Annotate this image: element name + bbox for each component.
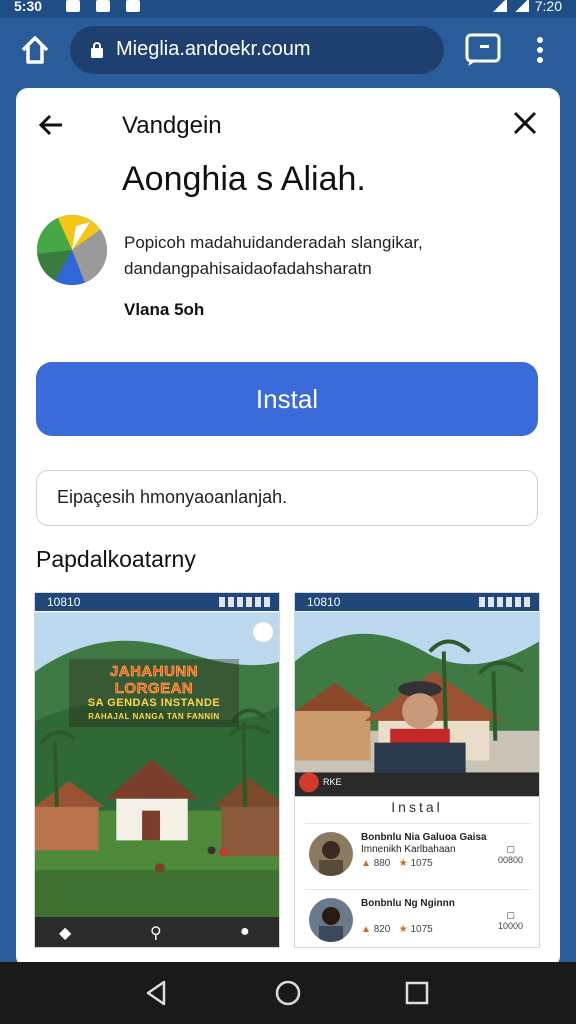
banner-line-2: SA GENDAS INSTANDE (87, 697, 221, 709)
village-image (295, 611, 539, 797)
mini-status-time: 10810 (47, 595, 81, 609)
list-item[interactable]: Bonbnlu Ng Nginnn ▲ 820 ★ 1075 ▢ 10000 (305, 889, 531, 947)
recents-square-icon[interactable] (402, 978, 432, 1008)
mini-status-bar: 10810 (35, 593, 279, 611)
install-button[interactable]: Instal (36, 362, 538, 436)
profile-icon: ● (240, 923, 250, 940)
home-circle-icon[interactable] (273, 978, 303, 1008)
browser-toolbar: Mieglia.andoekr.coum (0, 18, 576, 80)
tabs-icon[interactable] (464, 32, 502, 68)
avatar (309, 898, 353, 942)
list-item-title: Bonbnlu Nia Galuoa Gaisa (361, 832, 487, 843)
note-box: Eipaçesih hmonyaoanlanjah. (36, 470, 538, 526)
avatar (309, 832, 353, 876)
list-item-meta: ▲ 820 ★ 1075 (361, 924, 433, 935)
landscape-image (35, 612, 279, 920)
system-nav-bar (0, 962, 576, 1024)
wifi-icon (490, 0, 507, 12)
mini-status-time: 10810 (307, 595, 341, 609)
notification-icon (126, 0, 140, 12)
home-icon[interactable] (18, 34, 52, 66)
status-icons (219, 597, 271, 607)
screenshots-title: Papdalkoatarny (36, 546, 196, 572)
banner-line-1: JAHAHUNN LORGEAN (109, 663, 199, 698)
app-name: Aonghia s Aliah. (122, 160, 366, 198)
signal-icon (512, 0, 529, 12)
install-sheet: Vandgein Aonghia s Aliah. Popicoh madahu… (16, 88, 560, 968)
url-text: Mieglia.andoekr.coum (116, 38, 311, 60)
app-description: Popicoh madahuidanderadah slangikar, dan… (124, 233, 423, 278)
mini-bottom-nav: ◆ ⚲ ● (35, 917, 279, 947)
banner-line-3: RAHAJAL NANGA TAN FANNIN (88, 712, 220, 721)
screenshot-2[interactable]: 10810 RKE Instal Bonbnlu Nia Galuoa Gais… (294, 592, 540, 948)
mini-install-label: Instal (391, 799, 443, 815)
promo-banner: JAHAHUNN LORGEAN SA GENDAS INSTANDE RAHA… (69, 659, 239, 727)
home-icon: ◆ (59, 925, 72, 942)
list-item[interactable]: Bonbnlu Nia Galuoa Gaisa Imnenikh Karlba… (305, 823, 531, 883)
overflow-menu-icon[interactable] (528, 34, 552, 66)
search-icon: ⚲ (150, 925, 162, 942)
lock-icon (91, 42, 103, 58)
notification-icon (66, 0, 80, 12)
developer-name: Vlana 5oh (124, 300, 205, 319)
mini-status-bar: 10810 (295, 593, 539, 611)
list-item-meta: ▲ 880 ★ 1075 (361, 858, 433, 869)
video-badge: RKE (323, 777, 342, 787)
close-icon[interactable] (512, 110, 538, 136)
list-item-stat: ▢ 00800 (497, 844, 523, 865)
list-item-subtitle: Imnenikh Karlbahaan (361, 844, 456, 855)
back-arrow-icon[interactable] (36, 110, 66, 140)
status-time: 5:30 (14, 0, 43, 14)
status-icons (479, 597, 531, 607)
clock-text: 7:20 (534, 0, 562, 14)
list-item-stat: ▢ 10000 (497, 910, 523, 931)
address-bar[interactable]: Mieglia.andoekr.coum (70, 26, 444, 74)
sheet-header-title: Vandgein (122, 112, 222, 139)
screenshot-1[interactable]: 10810 JAHAHUNN LORGEAN SA GENDAS INSTAND… (34, 592, 280, 948)
list-item-title: Bonbnlu Ng Nginnn (361, 898, 455, 909)
back-triangle-icon[interactable] (142, 978, 172, 1008)
status-bar: 5:30 7:20 (0, 0, 576, 18)
notification-icon (96, 0, 110, 12)
app-logo (37, 215, 107, 285)
